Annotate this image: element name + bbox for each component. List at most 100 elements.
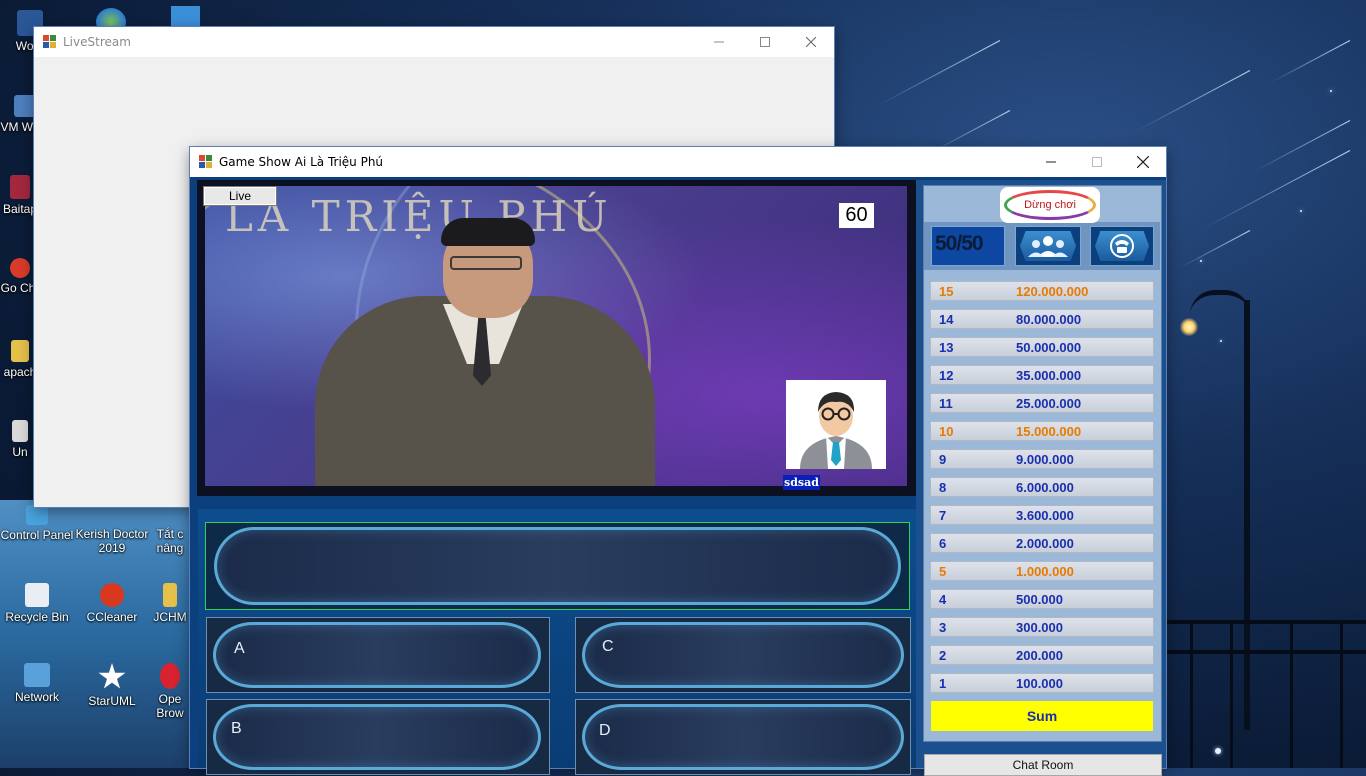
- desktop-icon-staruml[interactable]: StarUML: [75, 663, 149, 708]
- chat-room-button[interactable]: Chat Room: [924, 754, 1162, 776]
- staruml-icon: [98, 663, 126, 689]
- network-icon: [24, 663, 50, 687]
- prize-amount: 500.000: [1016, 592, 1063, 607]
- ccleaner-icon: [100, 583, 124, 607]
- live-button[interactable]: Live: [203, 186, 277, 206]
- prize-amount: 2.000.000: [1016, 536, 1074, 551]
- desktop-icon-opera[interactable]: Ope Brow: [150, 663, 190, 720]
- fifty-fifty-icon: 50/50: [935, 232, 984, 255]
- player-name: sdsad: [783, 475, 820, 490]
- prize-level: 7: [939, 508, 947, 523]
- prize-row-6: 6 2.000.000: [930, 533, 1154, 553]
- question-box: [205, 522, 910, 610]
- prize-amount: 3.600.000: [1016, 508, 1074, 523]
- folder-icon: [163, 583, 177, 607]
- shortcut-icon: [160, 508, 180, 524]
- prize-row-2: 2 200.000: [930, 645, 1154, 665]
- prize-row-4: 4 500.000: [930, 589, 1154, 609]
- desktop-icon-recycle-bin[interactable]: Recycle Bin: [0, 583, 74, 624]
- uninstall-icon: [12, 420, 28, 442]
- close-button[interactable]: [788, 27, 834, 57]
- control-panel-icon: [26, 505, 48, 525]
- answer-letter: B: [231, 720, 242, 737]
- desktop-icon-ccleaner[interactable]: CCleaner: [75, 583, 149, 624]
- prize-amount: 15.000.000: [1016, 424, 1082, 439]
- backdrop-title: LÀ TRIỆU PHÚ: [225, 192, 613, 241]
- winrar-icon: [10, 175, 30, 199]
- opera-icon: [160, 663, 180, 689]
- desktop-icon-jchm[interactable]: JCHM: [150, 583, 190, 624]
- ask-audience-icon: [1028, 236, 1068, 257]
- app-window-icon: [199, 155, 213, 169]
- maximize-button[interactable]: [1074, 147, 1120, 177]
- vmware-icon: [14, 95, 36, 117]
- maximize-icon: [1092, 157, 1102, 167]
- answer-c-button[interactable]: C: [575, 617, 911, 693]
- minimize-icon: [1046, 161, 1056, 163]
- close-icon: [806, 37, 816, 47]
- desktop-icon-network[interactable]: Network: [0, 663, 74, 704]
- close-icon: [1137, 156, 1149, 168]
- minimize-icon: [714, 41, 724, 43]
- desktop-icon-shortcut[interactable]: Tắt c nâng: [150, 508, 190, 555]
- answer-a-button[interactable]: A: [206, 617, 550, 693]
- sum-button[interactable]: Sum: [931, 701, 1153, 731]
- prize-level: 4: [939, 592, 947, 607]
- prize-amount: 300.000: [1016, 620, 1063, 635]
- prize-level: 2: [939, 648, 947, 663]
- prize-row-10: 10 15.000.000: [930, 421, 1154, 441]
- prize-level: 1: [939, 676, 947, 691]
- kerish-doctor-icon: [101, 508, 123, 524]
- window-title: LiveStream: [63, 35, 131, 49]
- folder-icon: [11, 340, 29, 362]
- prize-amount: 50.000.000: [1016, 340, 1082, 355]
- stop-game-button[interactable]: Dừng chơi: [1000, 187, 1100, 223]
- prize-row-1: 1 100.000: [930, 673, 1154, 693]
- prize-amount: 80.000.000: [1016, 312, 1082, 327]
- prize-level: 13: [939, 340, 954, 355]
- lifeline-ask-audience[interactable]: [1015, 226, 1081, 266]
- recycle-bin-icon: [25, 583, 49, 607]
- chrome-icon: [10, 258, 30, 278]
- prize-level: 15: [939, 284, 954, 299]
- lifeline-phone-friend[interactable]: [1090, 226, 1154, 266]
- lifeline-fifty-fifty[interactable]: 50/50: [931, 226, 1005, 266]
- prize-level: 14: [939, 312, 954, 327]
- prize-amount: 120.000.000: [1016, 284, 1089, 299]
- prize-row-9: 9 9.000.000: [930, 449, 1154, 469]
- livestream-titlebar[interactable]: LiveStream: [34, 27, 834, 57]
- phone-friend-icon: [1110, 234, 1134, 258]
- prize-row-11: 11 25.000.000: [930, 393, 1154, 413]
- app-window-icon: [43, 35, 57, 49]
- answer-letter: D: [599, 722, 611, 739]
- minimize-button[interactable]: [1028, 147, 1074, 177]
- prize-row-13: 13 50.000.000: [930, 337, 1154, 357]
- game-titlebar[interactable]: Game Show Ai Là Triệu Phú: [190, 147, 1166, 177]
- desktop-icon-control-panel[interactable]: Control Panel: [0, 505, 74, 542]
- close-button[interactable]: [1120, 147, 1166, 177]
- prize-row-8: 8 6.000.000: [930, 477, 1154, 497]
- prize-amount: 35.000.000: [1016, 368, 1082, 383]
- answer-d-button[interactable]: D: [575, 699, 911, 775]
- prize-row-5: 5 1.000.000: [930, 561, 1154, 581]
- prize-level: 8: [939, 480, 947, 495]
- prize-level: 3: [939, 620, 947, 635]
- prize-row-15: 15 120.000.000: [930, 281, 1154, 301]
- answer-b-button[interactable]: B: [206, 699, 550, 775]
- desktop-icon-kerish[interactable]: Kerish Doctor 2019: [75, 508, 149, 555]
- stop-game-label: Dừng chơi: [1024, 199, 1076, 211]
- prize-amount: 6.000.000: [1016, 480, 1074, 495]
- minimize-button[interactable]: [696, 27, 742, 57]
- prize-level: 11: [939, 396, 953, 411]
- prize-level: 6: [939, 536, 947, 551]
- prize-level: 9: [939, 452, 947, 467]
- prize-amount: 100.000: [1016, 676, 1063, 691]
- prize-amount: 25.000.000: [1016, 396, 1082, 411]
- prize-amount: 1.000.000: [1016, 564, 1074, 579]
- prize-row-7: 7 3.600.000: [930, 505, 1154, 525]
- prize-row-3: 3 300.000: [930, 617, 1154, 637]
- maximize-button[interactable]: [742, 27, 788, 57]
- avatar-icon: [800, 392, 872, 469]
- window-title: Game Show Ai Là Triệu Phú: [219, 155, 384, 169]
- player-avatar: [786, 380, 886, 469]
